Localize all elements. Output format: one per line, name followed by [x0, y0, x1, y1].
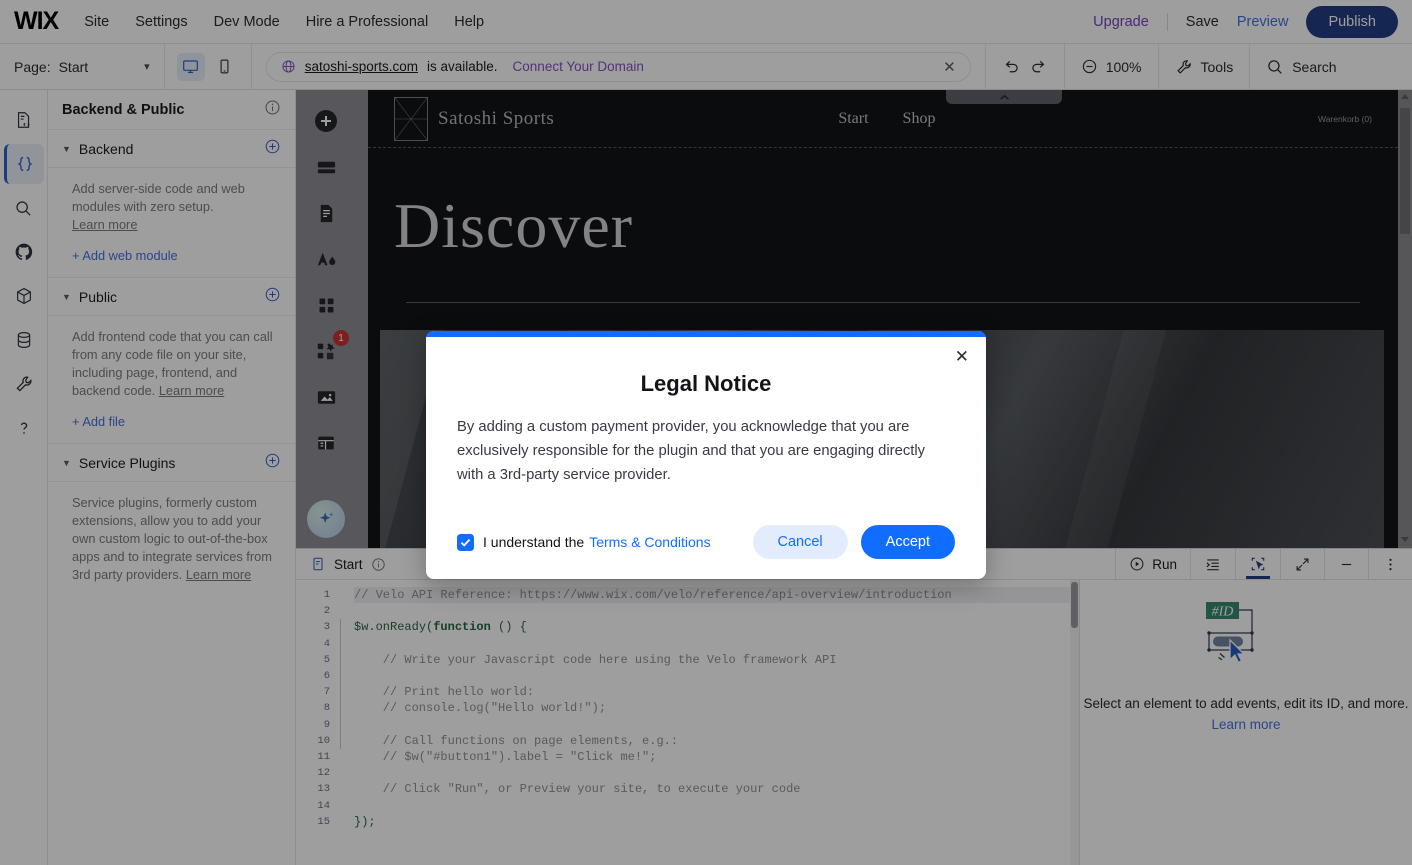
- checkbox-label: I understand the: [483, 534, 585, 550]
- close-icon[interactable]: ✕: [955, 348, 969, 365]
- dialog-accent-bar: [426, 331, 986, 337]
- understand-checkbox[interactable]: [457, 533, 474, 551]
- terms-and-conditions-link[interactable]: Terms & Conditions: [589, 534, 710, 550]
- cancel-button[interactable]: Cancel: [752, 525, 848, 559]
- accept-button[interactable]: Accept: [860, 525, 955, 559]
- dialog-body-text: By adding a custom payment provider, you…: [457, 419, 926, 483]
- dialog-title: Legal Notice: [640, 371, 772, 396]
- dialog-footer: I understand the Terms & Conditions Canc…: [457, 525, 955, 559]
- legal-notice-dialog: ✕ Legal Notice By adding a custom paymen…: [426, 331, 986, 579]
- check-icon: [460, 538, 471, 547]
